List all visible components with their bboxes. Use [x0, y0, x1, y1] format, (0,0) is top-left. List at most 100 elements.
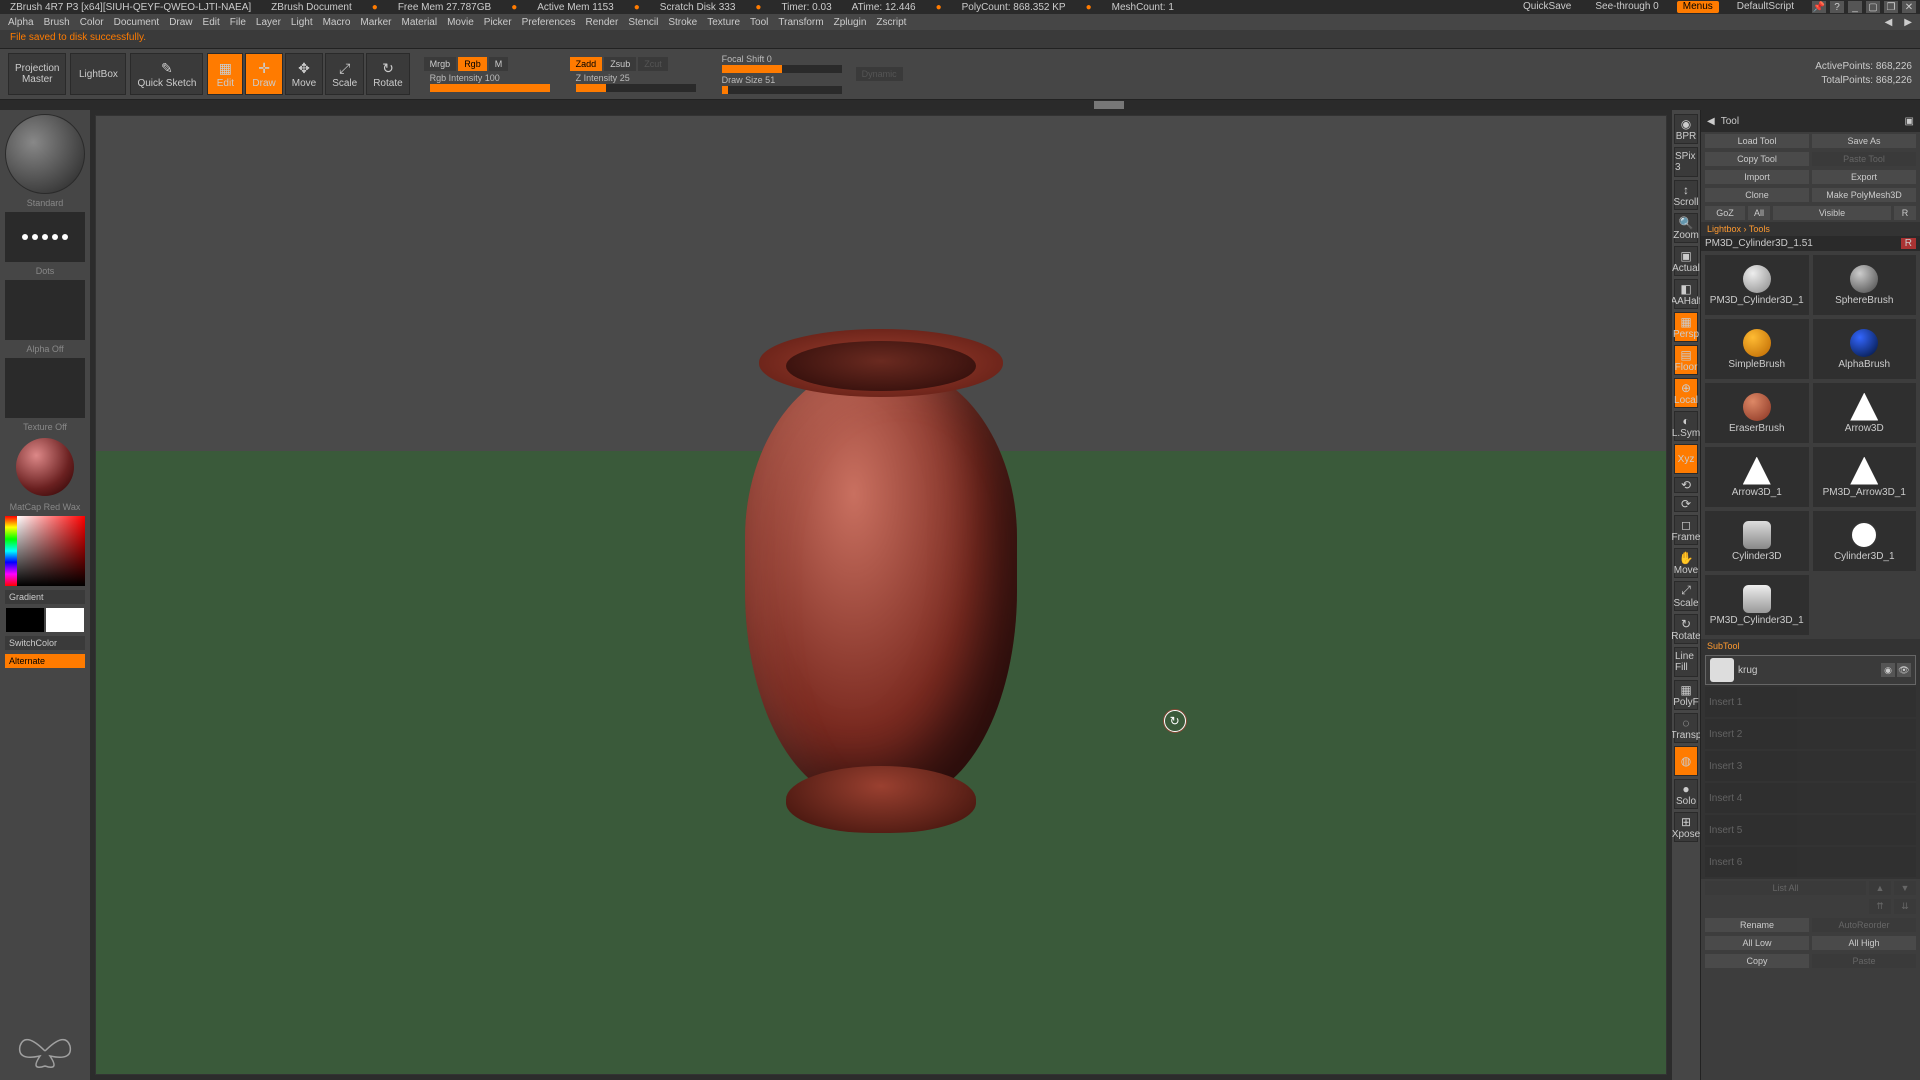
draw-mode-button[interactable]: ✛Draw	[245, 53, 282, 95]
switch-color-button[interactable]: SwitchColor	[5, 636, 85, 650]
menu-alpha[interactable]: Alpha	[4, 17, 38, 28]
spix-button[interactable]: SPix 3	[1674, 147, 1698, 177]
menu-file[interactable]: File	[226, 17, 250, 28]
zcut-toggle[interactable]: Zcut	[638, 57, 668, 71]
xyz-button[interactable]: Xyz	[1674, 444, 1698, 474]
solo-button[interactable]: ●Solo	[1674, 779, 1698, 809]
menu-draw[interactable]: Draw	[165, 17, 196, 28]
panel-collapse-left-icon[interactable]: ◀	[1881, 17, 1897, 28]
viewport-move-button[interactable]: ✋Move	[1674, 548, 1698, 578]
lightbox-tools-header[interactable]: Lightbox › Tools	[1701, 222, 1920, 236]
sculpt-object[interactable]	[711, 296, 1051, 856]
export-button[interactable]: Export	[1812, 170, 1916, 184]
minimize-icon[interactable]: _	[1848, 1, 1862, 13]
eye-icon[interactable]: 👁	[1897, 663, 1911, 677]
menus-toggle[interactable]: Menus	[1677, 1, 1719, 13]
floor-button[interactable]: ▤Floor	[1674, 345, 1698, 375]
subtool-row-6[interactable]: Insert 6	[1705, 847, 1916, 877]
viewport-rotate-button[interactable]: ↻Rotate	[1674, 614, 1698, 644]
zsub-toggle[interactable]: Zsub	[604, 57, 636, 71]
menu-layer[interactable]: Layer	[252, 17, 285, 28]
zoom-button[interactable]: 🔍Zoom	[1674, 213, 1698, 243]
tool-item-6[interactable]: Arrow3D_1	[1705, 447, 1809, 507]
paste-subtool-button[interactable]: Paste	[1812, 954, 1916, 968]
persp-button[interactable]: ▦Persp	[1674, 312, 1698, 342]
see-through-slider[interactable]: See-through 0	[1589, 1, 1664, 13]
goz-r-button[interactable]: R	[1894, 206, 1916, 220]
tool-item-1[interactable]: SphereBrush	[1813, 255, 1917, 315]
menu-brush[interactable]: Brush	[40, 17, 74, 28]
viewport[interactable]	[90, 110, 1672, 1080]
document-scrollbar[interactable]	[0, 100, 1920, 110]
tool-item-8[interactable]: Cylinder3D	[1705, 511, 1809, 571]
make-polymesh-button[interactable]: Make PolyMesh3D	[1812, 188, 1916, 202]
subtool-row-4[interactable]: Insert 4	[1705, 783, 1916, 813]
alpha-selector[interactable]	[5, 280, 85, 340]
tool-item-0[interactable]: PM3D_Cylinder3D_1	[1705, 255, 1809, 315]
import-button[interactable]: Import	[1705, 170, 1809, 184]
menu-stencil[interactable]: Stencil	[624, 17, 662, 28]
menu-document[interactable]: Document	[110, 17, 164, 28]
subtool-header[interactable]: SubTool	[1701, 639, 1920, 653]
primary-color-swatch[interactable]	[46, 608, 84, 632]
tool-item-2[interactable]: SimpleBrush	[1705, 319, 1809, 379]
panel-close-icon[interactable]: ▣	[1905, 116, 1914, 127]
menu-macro[interactable]: Macro	[319, 17, 355, 28]
load-tool-button[interactable]: Load Tool	[1705, 134, 1809, 148]
secondary-color-swatch[interactable]	[6, 608, 44, 632]
color-picker[interactable]	[5, 516, 85, 586]
menu-zscript[interactable]: Zscript	[872, 17, 910, 28]
ghost-button[interactable]: ◍	[1674, 746, 1698, 776]
scale-mode-button[interactable]: ⤢Scale	[325, 53, 364, 95]
polyf-button[interactable]: ▦PolyF	[1674, 680, 1698, 710]
autoreorder-button[interactable]: AutoReorder	[1812, 918, 1916, 932]
menu-marker[interactable]: Marker	[356, 17, 395, 28]
lightbox-button[interactable]: LightBox	[70, 53, 126, 95]
viewport-scale-button[interactable]: ⤢Scale	[1674, 581, 1698, 611]
quick-sketch-button[interactable]: ✎Quick Sketch	[130, 53, 203, 95]
brush-selector[interactable]	[5, 114, 85, 194]
material-selector[interactable]	[16, 438, 74, 496]
rot-z-button[interactable]: ⟳	[1674, 496, 1698, 512]
goz-visible-button[interactable]: Visible	[1773, 206, 1891, 220]
subtool-row-3[interactable]: Insert 3	[1705, 751, 1916, 781]
stroke-selector[interactable]	[5, 212, 85, 262]
menu-tool[interactable]: Tool	[746, 17, 772, 28]
gradient-toggle[interactable]: Gradient	[5, 590, 85, 604]
copy-subtool-button[interactable]: Copy	[1705, 954, 1809, 968]
rot-y-button[interactable]: ⟲	[1674, 477, 1698, 493]
arrow-up-icon[interactable]: ▲	[1869, 881, 1891, 895]
bpr-button[interactable]: ◉BPR	[1674, 114, 1698, 144]
window-help-icon[interactable]: ?	[1830, 1, 1844, 13]
dynamic-toggle[interactable]: Dynamic	[856, 67, 903, 81]
rgb-toggle[interactable]: Rgb	[458, 57, 487, 71]
menu-render[interactable]: Render	[582, 17, 623, 28]
all-high-button[interactable]: All High	[1812, 936, 1916, 950]
scroll-button[interactable]: ↕Scroll	[1674, 180, 1698, 210]
save-as-button[interactable]: Save As	[1812, 134, 1916, 148]
actual-button[interactable]: ▣Actual	[1674, 246, 1698, 276]
goz-all-button[interactable]: All	[1748, 206, 1770, 220]
menu-light[interactable]: Light	[287, 17, 317, 28]
restore-icon[interactable]: ❐	[1884, 1, 1898, 13]
rgb-intensity-slider[interactable]: Rgb Intensity 100	[430, 73, 550, 92]
list-all-button[interactable]: List All	[1705, 881, 1866, 895]
tool-item-4[interactable]: EraserBrush	[1705, 383, 1809, 443]
menu-picker[interactable]: Picker	[480, 17, 516, 28]
subtool-row-2[interactable]: Insert 2	[1705, 719, 1916, 749]
menu-material[interactable]: Material	[398, 17, 442, 28]
z-intensity-slider[interactable]: Z Intensity 25	[576, 73, 696, 92]
panel-collapse-right-icon[interactable]: ▶	[1900, 17, 1916, 28]
texture-selector[interactable]	[5, 358, 85, 418]
move-down-icon[interactable]: ⇊	[1894, 899, 1916, 914]
projection-master-button[interactable]: Projection Master	[8, 53, 66, 95]
window-pin-icon[interactable]: 📌	[1812, 1, 1826, 13]
draw-size-slider[interactable]: Draw Size 51	[722, 75, 842, 94]
menu-color[interactable]: Color	[76, 17, 108, 28]
aahalf-button[interactable]: ◧AAHalf	[1674, 279, 1698, 309]
tool-item-7[interactable]: PM3D_Arrow3D_1	[1813, 447, 1917, 507]
menu-edit[interactable]: Edit	[199, 17, 224, 28]
copy-tool-button[interactable]: Copy Tool	[1705, 152, 1809, 166]
tool-item-9[interactable]: Cylinder3D_1	[1813, 511, 1917, 571]
menu-transform[interactable]: Transform	[774, 17, 827, 28]
